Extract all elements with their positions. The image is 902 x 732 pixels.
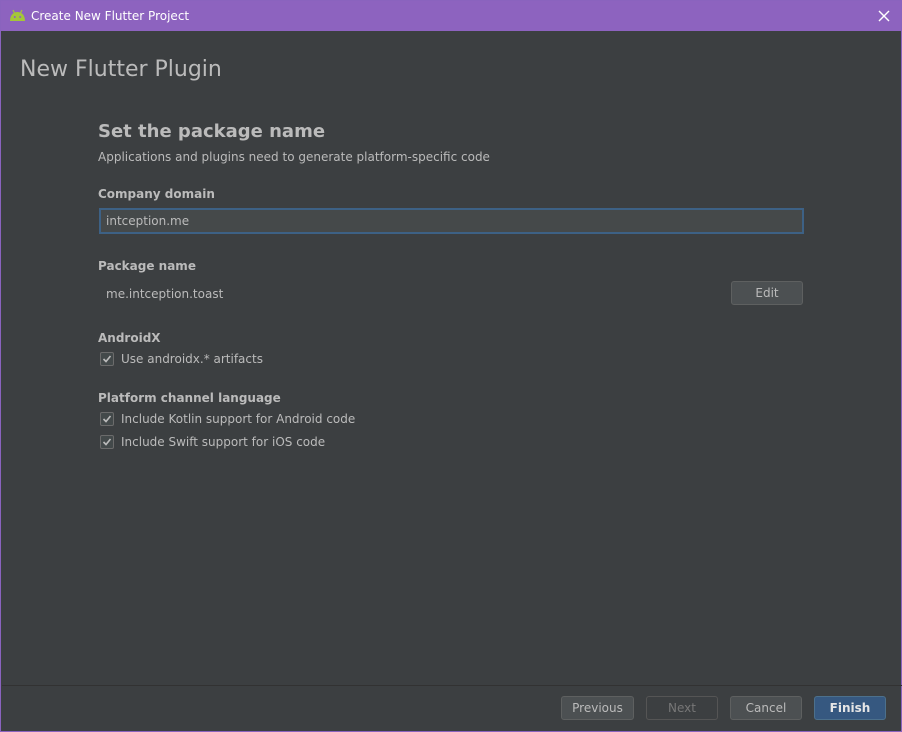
section-title: Set the package name: [98, 121, 326, 142]
package-name-value: me.intception.toast: [106, 287, 224, 301]
checkmark-icon: [102, 438, 112, 446]
checkmark-icon: [102, 415, 112, 423]
kotlin-support-label: Include Kotlin support for Android code: [121, 412, 356, 426]
close-icon[interactable]: [873, 5, 895, 27]
use-androidx-checkbox[interactable]: [100, 352, 114, 366]
kotlin-support-checkbox[interactable]: [100, 412, 114, 426]
window-title: Create New Flutter Project: [31, 9, 190, 23]
page-title: New Flutter Plugin: [20, 57, 222, 82]
swift-support-checkbox[interactable]: [100, 435, 114, 449]
company-domain-label: Company domain: [98, 187, 215, 201]
company-domain-field[interactable]: [99, 208, 804, 234]
dialog-window: Create New Flutter Project New Flutter P…: [0, 0, 902, 732]
footer-divider: [2, 685, 902, 686]
swift-support-label: Include Swift support for iOS code: [121, 435, 326, 449]
platform-channel-label: Platform channel language: [98, 391, 281, 405]
checkmark-icon: [102, 355, 112, 363]
title-bar[interactable]: Create New Flutter Project: [1, 1, 901, 31]
edit-button[interactable]: Edit: [731, 281, 803, 305]
section-description: Applications and plugins need to generat…: [98, 150, 490, 164]
use-androidx-label: Use androidx.* artifacts: [121, 352, 263, 366]
next-button[interactable]: Next: [646, 696, 718, 720]
android-icon: [10, 9, 25, 21]
company-domain-input[interactable]: [101, 210, 802, 232]
package-name-label: Package name: [98, 259, 196, 273]
previous-button[interactable]: Previous: [561, 696, 634, 720]
cancel-button[interactable]: Cancel: [730, 696, 802, 720]
finish-button[interactable]: Finish: [814, 696, 886, 720]
androidx-label: AndroidX: [98, 331, 161, 345]
